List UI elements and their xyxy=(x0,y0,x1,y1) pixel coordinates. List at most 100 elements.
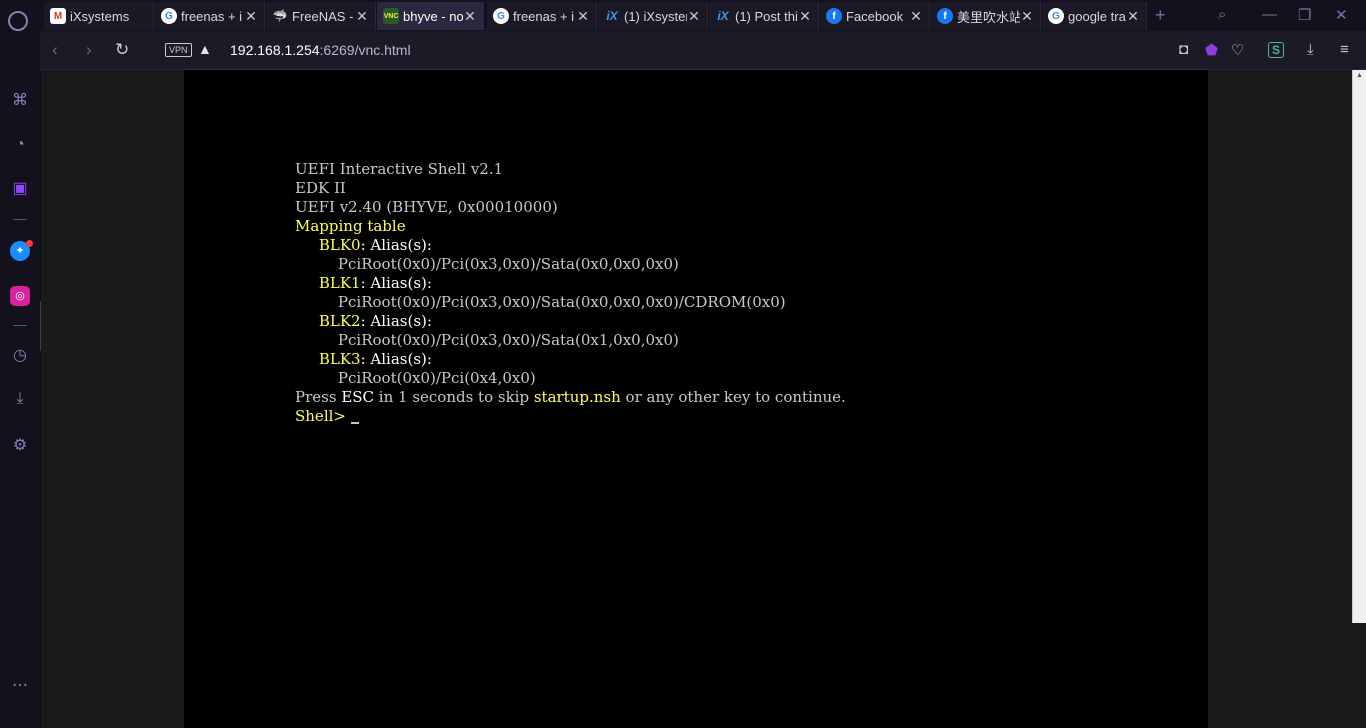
gmail-icon: M xyxy=(50,8,66,24)
download-icon[interactable]: ⤓ xyxy=(1307,41,1314,58)
close-window-icon[interactable]: ✕ xyxy=(1335,6,1348,24)
startup-script-name: startup.nsh xyxy=(533,388,621,406)
device-path: PciRoot(0x0)/Pci(0x3,0x0)/Sata(0x0,0x0,0… xyxy=(337,293,786,311)
device-path: PciRoot(0x0)/Pci(0x3,0x0)/Sata(0x0,0x0,0… xyxy=(337,255,679,273)
tab-facebook-2[interactable]: f 美里吹水站 ✕ xyxy=(931,2,1041,30)
shield-icon[interactable]: ⬟ xyxy=(1205,41,1218,59)
google-icon: G xyxy=(161,8,177,24)
tab-title: google tra xyxy=(1068,8,1126,24)
notification-dot xyxy=(26,240,33,247)
tab-title: iXsystems xyxy=(70,8,130,24)
settings-gear-icon[interactable]: ⚙ xyxy=(10,436,30,456)
tab-ixsystems-forum[interactable]: iX (1) iXsyster ✕ xyxy=(598,2,708,30)
tab-facebook[interactable]: f Facebook ✕ xyxy=(820,2,930,30)
address-bar: ‹ › ↻ VPN ▲ 192.168.1.254:6269/vnc.html … xyxy=(40,31,1366,70)
facebook-icon: f xyxy=(937,8,953,24)
tab-freenas-google-2[interactable]: G freenas + i ✕ xyxy=(487,2,597,30)
tab-freenas[interactable]: 🦈 FreeNAS - ✕ xyxy=(266,2,376,30)
google-icon: G xyxy=(1048,8,1064,24)
device-name: BLK0 xyxy=(318,236,361,254)
scroll-up-arrow-icon[interactable]: ▲ xyxy=(1356,72,1363,79)
more-dots-icon[interactable]: ⋯ xyxy=(10,676,30,696)
tab-freenas-google[interactable]: G freenas + i ✕ xyxy=(155,2,265,30)
press-text: Press xyxy=(295,388,342,406)
sidebar-divider xyxy=(13,325,27,326)
device-path: PciRoot(0x0)/Pci(0x3,0x0)/Sata(0x1,0x0,0… xyxy=(337,331,679,349)
ixsystems-icon: iX xyxy=(606,9,618,23)
sidebar: ⌘ ◔ ▣ ✦ ◎ ◷ ⤓ ⚙ ⋯ xyxy=(0,31,40,728)
device-name: BLK3 xyxy=(318,350,361,368)
url-host: 192.168.1.254 xyxy=(230,42,320,58)
mapping-table-title: Mapping table xyxy=(295,217,406,235)
tab-bhyve-vnc[interactable]: VNC bhyve - no ✕ xyxy=(377,2,484,30)
facebook-icon: f xyxy=(826,8,842,24)
tab-title: freenas + i xyxy=(181,8,243,24)
close-icon[interactable]: ✕ xyxy=(798,8,812,25)
tab-title: Facebook xyxy=(846,8,904,24)
heart-icon[interactable]: ♡ xyxy=(1231,41,1244,59)
forward-arrow-icon[interactable]: › xyxy=(86,40,92,60)
shell-prompt: Shell> xyxy=(295,407,351,425)
shell-version-line: UEFI Interactive Shell v2.1 xyxy=(295,160,504,178)
downloads-icon[interactable]: ⤓ xyxy=(10,389,30,409)
warning-icon[interactable]: ▲ xyxy=(198,41,212,57)
close-icon[interactable]: ✕ xyxy=(463,8,477,25)
tab-title: (1) iXsyster xyxy=(624,8,687,24)
tab-post-thread[interactable]: iX (1) Post thi ✕ xyxy=(709,2,819,30)
extension-s-icon[interactable]: S xyxy=(1268,42,1285,58)
history-clock-icon[interactable]: ◷ xyxy=(10,346,30,366)
easy-setup-icon[interactable]: ≡ xyxy=(1340,41,1349,58)
vertical-scrollbar[interactable]: ▲ xyxy=(1352,70,1366,623)
tab-google-translate[interactable]: G google tra ✕ xyxy=(1042,2,1147,30)
press-text: or any other key to continue. xyxy=(620,388,846,406)
page-content: UEFI Interactive Shell v2.1 EDK II UEFI … xyxy=(41,70,1366,728)
device-alias: : Alias(s): xyxy=(360,236,432,254)
close-icon[interactable]: ✕ xyxy=(244,8,258,25)
sidebar-divider xyxy=(13,219,27,220)
close-icon[interactable]: ✕ xyxy=(909,8,923,25)
speedometer-icon[interactable]: ◔ xyxy=(10,135,30,155)
restore-icon[interactable]: ❐ xyxy=(1298,6,1311,24)
back-arrow-icon[interactable]: ‹ xyxy=(52,40,58,60)
twitch-icon[interactable]: ▣ xyxy=(10,179,30,199)
uefi-version-line: UEFI v2.40 (BHYVE, 0x00010000) xyxy=(295,198,558,216)
gamepad-icon[interactable]: ⌘ xyxy=(10,91,30,111)
tab-title: freenas + i xyxy=(513,8,575,24)
search-tabs-icon[interactable]: ⌕ xyxy=(1218,6,1226,23)
camera-icon[interactable]: ◘ xyxy=(1179,41,1188,58)
press-text: in 1 seconds to skip xyxy=(374,388,534,406)
close-icon[interactable]: ✕ xyxy=(687,8,701,25)
tab-title: bhyve - no xyxy=(403,8,463,24)
tab-title: (1) Post thi xyxy=(735,8,798,24)
url-path: :6269/vnc.html xyxy=(319,42,411,58)
tab-title: FreeNAS - xyxy=(292,8,354,24)
reload-icon[interactable]: ↻ xyxy=(115,40,129,60)
device-alias: : Alias(s): xyxy=(360,274,432,292)
device-path: PciRoot(0x0)/Pci(0x4,0x0) xyxy=(337,369,536,387)
minimize-icon[interactable]: — xyxy=(1262,6,1277,23)
vnc-canvas[interactable]: UEFI Interactive Shell v2.1 EDK II UEFI … xyxy=(184,70,1208,728)
new-tab-plus-icon[interactable]: + xyxy=(1155,5,1166,26)
text-cursor xyxy=(350,422,359,424)
close-icon[interactable]: ✕ xyxy=(576,8,590,25)
esc-key-text: ESC xyxy=(341,388,375,406)
close-icon[interactable]: ✕ xyxy=(355,8,369,25)
device-alias: : Alias(s): xyxy=(360,350,432,368)
freenas-icon: 🦈 xyxy=(272,8,288,24)
tab-bar: M iXsystems G freenas + i ✕ 🦈 FreeNAS - … xyxy=(0,0,1366,31)
edk-line: EDK II xyxy=(295,179,346,197)
url-field[interactable]: 192.168.1.254:6269/vnc.html xyxy=(230,42,411,58)
device-name: BLK2 xyxy=(318,312,361,330)
opera-logo-icon[interactable] xyxy=(8,11,28,31)
tab-ixsystems-gmail[interactable]: M iXsystems xyxy=(44,2,154,30)
uefi-shell-terminal: UEFI Interactive Shell v2.1 EDK II UEFI … xyxy=(295,160,846,426)
vpn-badge[interactable]: VPN xyxy=(165,43,192,57)
close-icon[interactable]: ✕ xyxy=(1020,8,1034,25)
close-icon[interactable]: ✕ xyxy=(1126,8,1140,25)
google-icon: G xyxy=(493,8,509,24)
tab-title: 美里吹水站 xyxy=(957,9,1020,25)
instagram-icon[interactable]: ◎ xyxy=(10,286,30,306)
device-alias: : Alias(s): xyxy=(360,312,432,330)
vnc-icon: VNC xyxy=(383,8,399,24)
ixsystems-icon: iX xyxy=(717,9,729,23)
